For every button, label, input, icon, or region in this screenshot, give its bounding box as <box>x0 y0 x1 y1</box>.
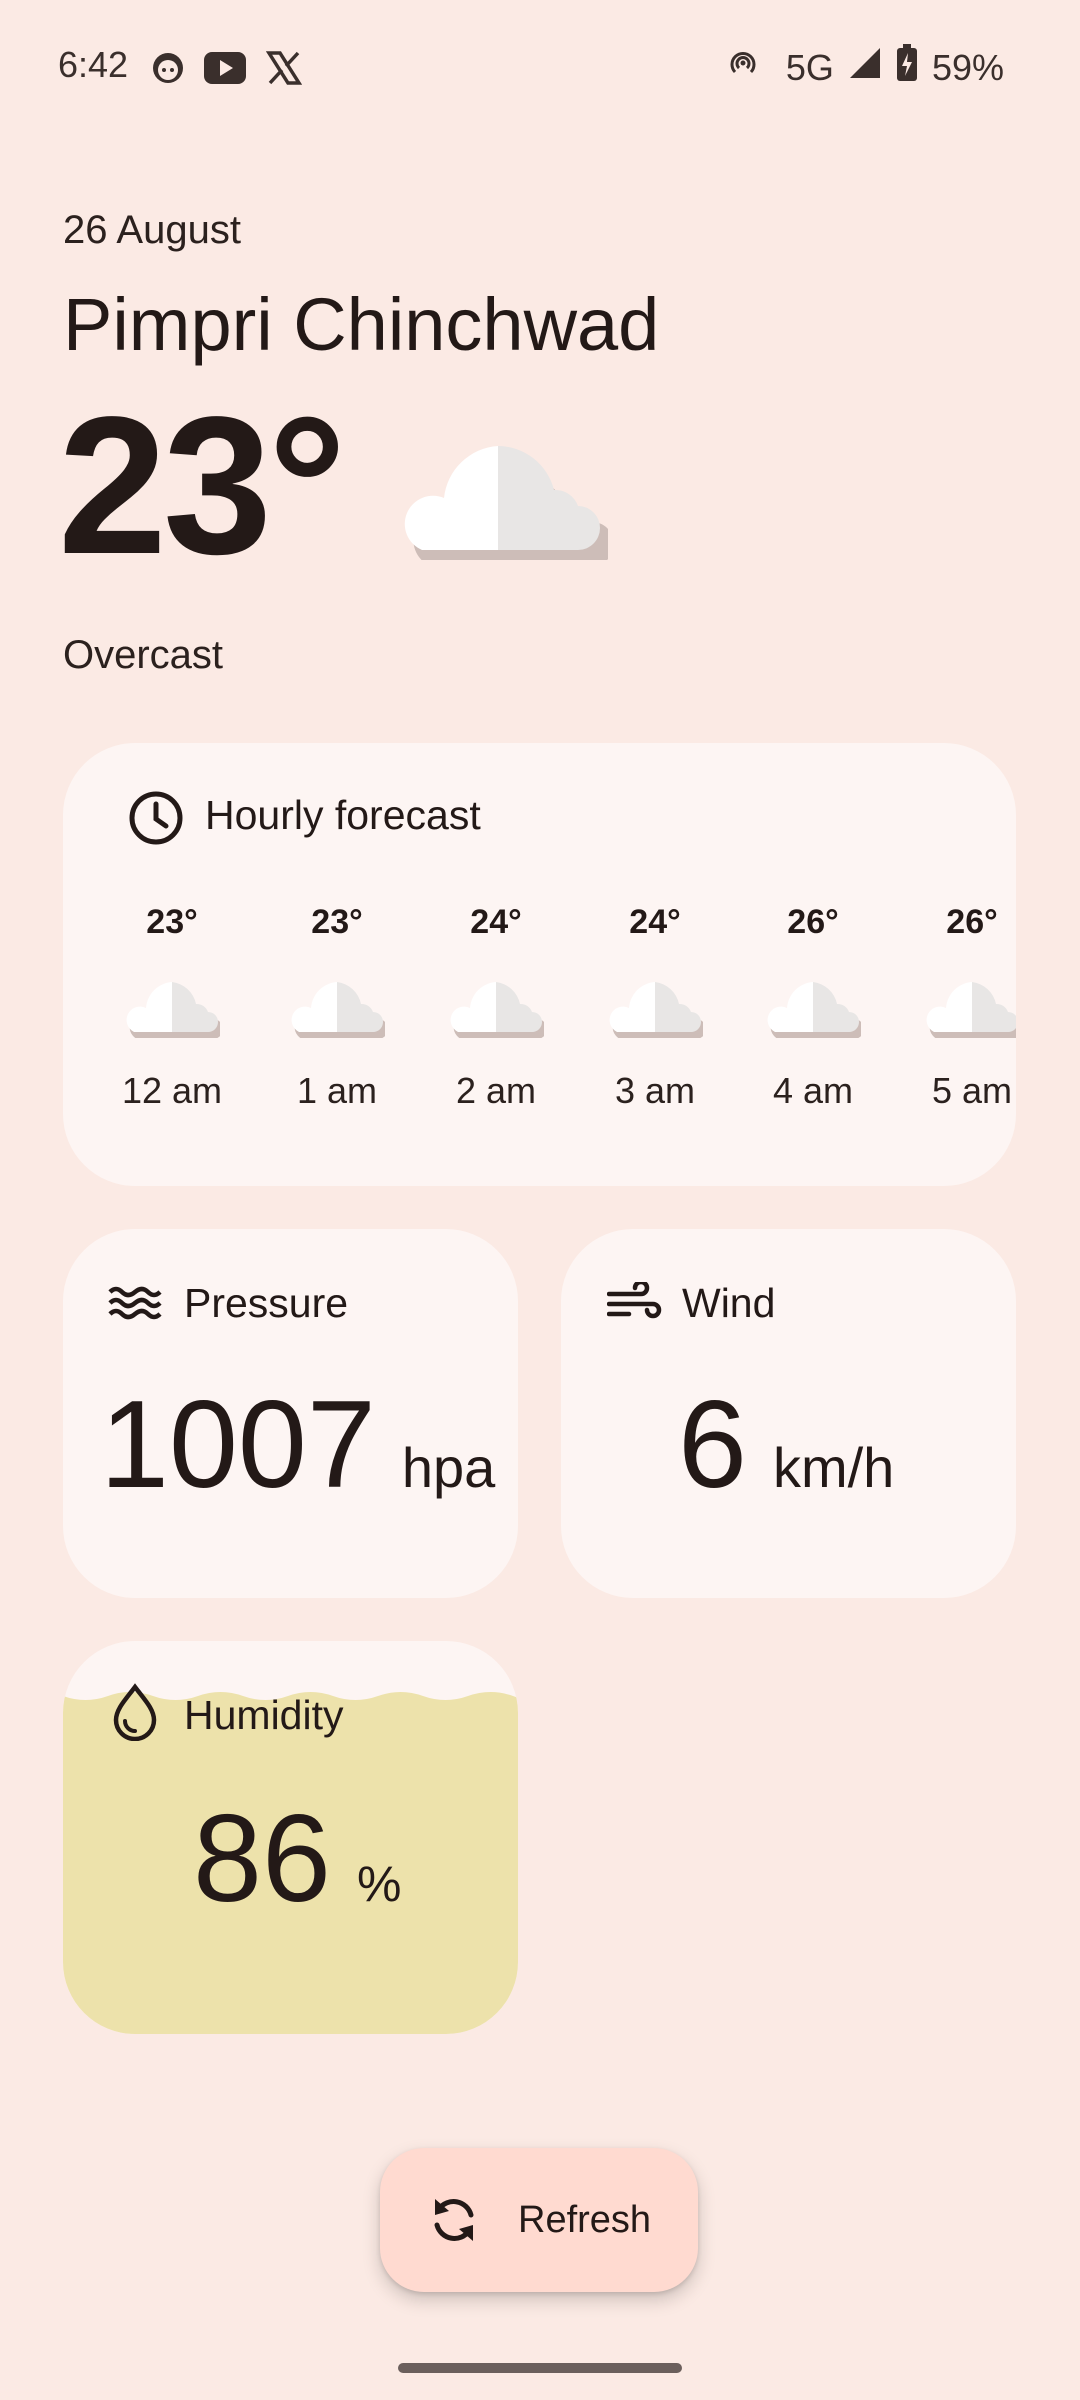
hourly-temp: 23° <box>146 903 198 941</box>
pressure-value: 1007 <box>100 1376 376 1514</box>
cloud-icon <box>126 982 220 1038</box>
humidity-value: 86 <box>193 1790 331 1928</box>
wind-reading: 6 km/h <box>678 1383 894 1507</box>
hourly-item: 26° 5 am <box>897 903 1016 1112</box>
refresh-button[interactable]: Refresh <box>380 2148 698 2292</box>
waves-icon <box>108 1284 162 1325</box>
pressure-title: Pressure <box>184 1280 349 1326</box>
wind-title: Wind <box>682 1280 776 1326</box>
hourly-items: 23° 12 am 23° 1 am 24° 2 am 24° 3 am 26°… <box>0 0 1016 1186</box>
pressure-reading: 1007 hpa <box>100 1383 495 1507</box>
hourly-temp: 26° <box>946 903 998 941</box>
humidity-reading: 86 % <box>193 1797 401 1921</box>
cloud-icon <box>450 982 544 1038</box>
hourly-time: 2 am <box>455 1070 537 1111</box>
hourly-temp: 26° <box>787 903 839 941</box>
hourly-time: 1 am <box>296 1070 378 1111</box>
hourly-temp: 24° <box>470 903 522 941</box>
hourly-temp: 23° <box>311 903 363 941</box>
navigation-handle[interactable] <box>398 2363 682 2373</box>
hourly-time: 12 am <box>121 1070 223 1111</box>
hourly-item: 26° 4 am <box>738 903 888 1112</box>
pressure-unit: hpa <box>401 1436 496 1499</box>
hourly-item: 23° 12 am <box>97 903 247 1112</box>
hourly-temp: 24° <box>629 903 681 941</box>
cloud-icon <box>291 982 385 1038</box>
hourly-time: 3 am <box>614 1070 696 1111</box>
hourly-time: 4 am <box>772 1070 854 1111</box>
humidity-unit: % <box>356 1856 402 1912</box>
hourly-item: 24° 2 am <box>421 903 571 1112</box>
cloud-icon <box>926 982 1016 1038</box>
hourly-item: 24° 3 am <box>580 903 730 1112</box>
humidity-title: Humidity <box>184 1692 344 1738</box>
wind-value: 6 <box>678 1376 747 1514</box>
hourly-time: 5 am <box>931 1070 1013 1111</box>
water-drop-icon <box>112 1683 158 1746</box>
refresh-label: Refresh <box>518 2199 652 2241</box>
wind-icon <box>606 1279 663 1329</box>
cloud-icon <box>767 982 861 1038</box>
cloud-icon <box>609 982 703 1038</box>
refresh-icon <box>427 2193 481 2250</box>
hourly-item: 23° 1 am <box>262 903 412 1112</box>
wind-unit: km/h <box>772 1436 895 1499</box>
